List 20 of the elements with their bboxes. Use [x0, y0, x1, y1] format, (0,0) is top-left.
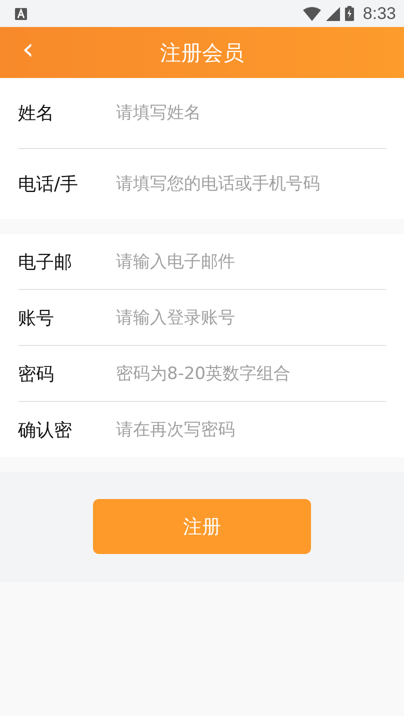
input-field[interactable]: 请在再次写密码 — [116, 416, 386, 444]
input-field[interactable]: 请填写姓名 — [116, 99, 386, 127]
back-button[interactable]: ‹ — [18, 35, 38, 65]
input-field[interactable]: 请输入登录账号 — [116, 304, 386, 332]
signal-icon — [326, 6, 340, 20]
field-label: 账号 — [18, 306, 55, 330]
notification-icon — [15, 8, 27, 20]
input-field[interactable]: 请输入电子邮件 — [116, 248, 386, 276]
field-label: 电子邮 — [18, 250, 73, 274]
register-button[interactable]: 注册 — [93, 499, 311, 554]
field-label: 电话/手 — [18, 173, 80, 196]
page-title: 注册会员 — [160, 40, 244, 66]
field-label: 密码 — [18, 362, 55, 386]
battery-icon — [344, 6, 354, 21]
input-field[interactable]: 请填写您的电话或手机号码 — [116, 170, 386, 198]
clock: 8:33 — [362, 4, 396, 24]
field-label: 确认密 — [18, 418, 73, 442]
input-field[interactable]: 密码为8-20英数字组合 — [116, 360, 386, 388]
wifi-icon — [302, 6, 321, 20]
field-label: 姓名 — [18, 102, 55, 125]
